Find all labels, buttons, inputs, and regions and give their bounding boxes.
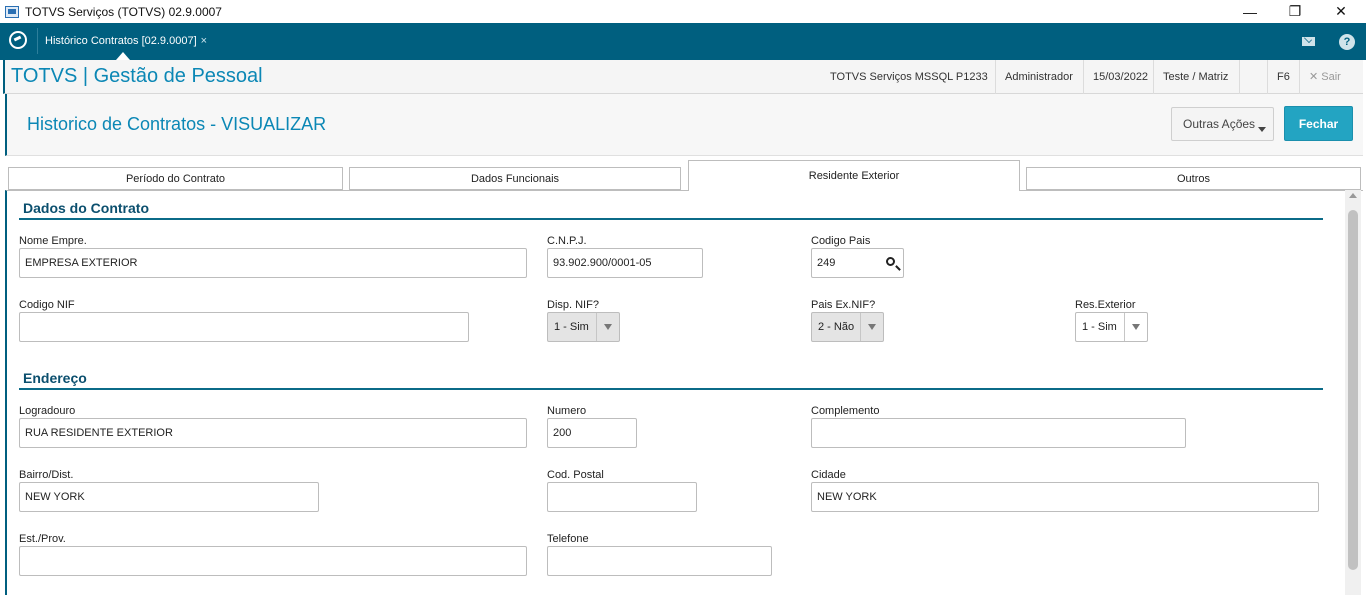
tab-periodo-contrato[interactable]: Período do Contrato bbox=[8, 167, 343, 190]
label-disp-nif: Disp. NIF? bbox=[547, 299, 599, 311]
codigo-pais-field[interactable]: 249 bbox=[811, 248, 904, 278]
disp-nif-value: 1 - Sim bbox=[554, 321, 589, 333]
label-cod-postal: Cod. Postal bbox=[547, 469, 604, 481]
label-bairro: Bairro/Dist. bbox=[19, 469, 74, 481]
minimize-button[interactable]: — bbox=[1227, 0, 1273, 23]
close-icon[interactable]: × bbox=[201, 35, 207, 47]
cidade-field[interactable]: NEW YORK bbox=[811, 482, 1319, 512]
module-header: TOTVS | Gestão de Pessoal TOTVS Serviços… bbox=[3, 60, 1363, 94]
page-title: Historico de Contratos - VISUALIZAR bbox=[27, 114, 327, 134]
close-icon: ✕ bbox=[1309, 71, 1319, 83]
module-title: TOTVS | Gestão de Pessoal bbox=[11, 65, 263, 87]
search-icon[interactable] bbox=[886, 257, 895, 266]
messages-button[interactable] bbox=[1290, 23, 1326, 60]
chevron-down-icon bbox=[1258, 127, 1266, 132]
date-info[interactable]: 15/03/2022 bbox=[1083, 60, 1157, 94]
label-codigo-pais: Codigo Pais bbox=[811, 235, 871, 247]
window-title: TOTVS Serviços (TOTVS) 02.9.0007 bbox=[25, 4, 222, 19]
totvs-logo-icon[interactable] bbox=[9, 31, 27, 49]
company-info[interactable]: Teste / Matriz bbox=[1153, 60, 1237, 94]
label-complemento: Complemento bbox=[811, 405, 880, 417]
section-divider bbox=[19, 388, 1323, 390]
section-divider bbox=[19, 218, 1323, 220]
label-nome-empre: Nome Empre. bbox=[19, 235, 87, 247]
numero-field[interactable]: 200 bbox=[547, 418, 637, 448]
page-header: Historico de Contratos - VISUALIZAR Outr… bbox=[5, 94, 1363, 156]
pais-ex-nif-select: 2 - Não bbox=[811, 312, 884, 342]
chevron-down-icon bbox=[596, 313, 619, 341]
tab-dados-funcionais[interactable]: Dados Funcionais bbox=[349, 167, 681, 190]
close-window-button[interactable]: ✕ bbox=[1318, 0, 1364, 23]
section-title-contract: Dados do Contrato bbox=[23, 200, 149, 216]
est-prov-field[interactable] bbox=[19, 546, 527, 576]
program-tab-label: Histórico Contratos [02.9.0007] bbox=[45, 35, 197, 47]
scrollbar-thumb[interactable] bbox=[1348, 210, 1358, 570]
cnpj-field[interactable]: 93.902.900/0001-05 bbox=[547, 248, 703, 278]
close-button[interactable]: Fechar bbox=[1284, 106, 1353, 141]
label-codigo-nif: Codigo NIF bbox=[19, 299, 75, 311]
other-actions-label: Outras Ações bbox=[1183, 117, 1256, 131]
bairro-field[interactable]: NEW YORK bbox=[19, 482, 319, 512]
label-numero: Numero bbox=[547, 405, 587, 417]
label-logradouro: Logradouro bbox=[19, 405, 76, 417]
res-exterior-select[interactable]: 1 - Sim bbox=[1075, 312, 1148, 342]
program-tab[interactable]: Histórico Contratos [02.9.0007] × bbox=[37, 28, 214, 54]
tab-outros[interactable]: Outros bbox=[1026, 167, 1361, 190]
user-info[interactable]: Administrador bbox=[995, 60, 1082, 94]
separator bbox=[1239, 60, 1269, 94]
window-titlebar: TOTVS Serviços (TOTVS) 02.9.0007 — ❐ ✕ bbox=[0, 0, 1366, 23]
app-icon bbox=[5, 5, 19, 18]
section-title-address: Endereço bbox=[23, 370, 87, 386]
res-exterior-value: 1 - Sim bbox=[1082, 321, 1117, 333]
other-actions-button[interactable]: Outras Ações bbox=[1171, 107, 1274, 141]
environment-info[interactable]: TOTVS Serviços MSSQL P1233 bbox=[821, 60, 997, 94]
label-telefone: Telefone bbox=[547, 533, 589, 545]
scroll-up-icon[interactable] bbox=[1349, 193, 1357, 198]
shortcut-f6[interactable]: F6 bbox=[1267, 60, 1299, 94]
cod-postal-field[interactable] bbox=[547, 482, 697, 512]
codigo-pais-value: 249 bbox=[817, 257, 836, 269]
label-cnpj: C.N.P.J. bbox=[547, 235, 587, 247]
label-res-exterior: Res.Exterior bbox=[1075, 299, 1136, 311]
codigo-nif-field[interactable] bbox=[19, 312, 469, 342]
restore-button[interactable]: ❐ bbox=[1272, 0, 1318, 23]
complemento-field[interactable] bbox=[811, 418, 1186, 448]
chevron-down-icon bbox=[860, 313, 883, 341]
logradouro-field[interactable]: RUA RESIDENTE EXTERIOR bbox=[19, 418, 527, 448]
nome-empre-field[interactable]: EMPRESA EXTERIOR bbox=[19, 248, 527, 278]
label-est-prov: Est./Prov. bbox=[19, 533, 66, 545]
label-pais-ex-nif: Pais Ex.NIF? bbox=[811, 299, 876, 311]
label-cidade: Cidade bbox=[811, 469, 846, 481]
mail-icon bbox=[1301, 37, 1315, 46]
chevron-down-icon bbox=[1124, 313, 1147, 341]
exit-button[interactable]: ✕ Sair bbox=[1299, 60, 1350, 94]
help-button[interactable]: ? bbox=[1329, 23, 1365, 60]
exit-label: Sair bbox=[1321, 71, 1341, 83]
disp-nif-select: 1 - Sim bbox=[547, 312, 620, 342]
active-tab-caret bbox=[116, 52, 130, 60]
help-icon: ? bbox=[1339, 33, 1355, 50]
pais-ex-nif-value: 2 - Não bbox=[818, 321, 855, 333]
tab-residente-exterior[interactable]: Residente Exterior bbox=[688, 160, 1020, 191]
telefone-field[interactable] bbox=[547, 546, 772, 576]
program-tabbar: Histórico Contratos [02.9.0007] × ? bbox=[0, 23, 1366, 60]
